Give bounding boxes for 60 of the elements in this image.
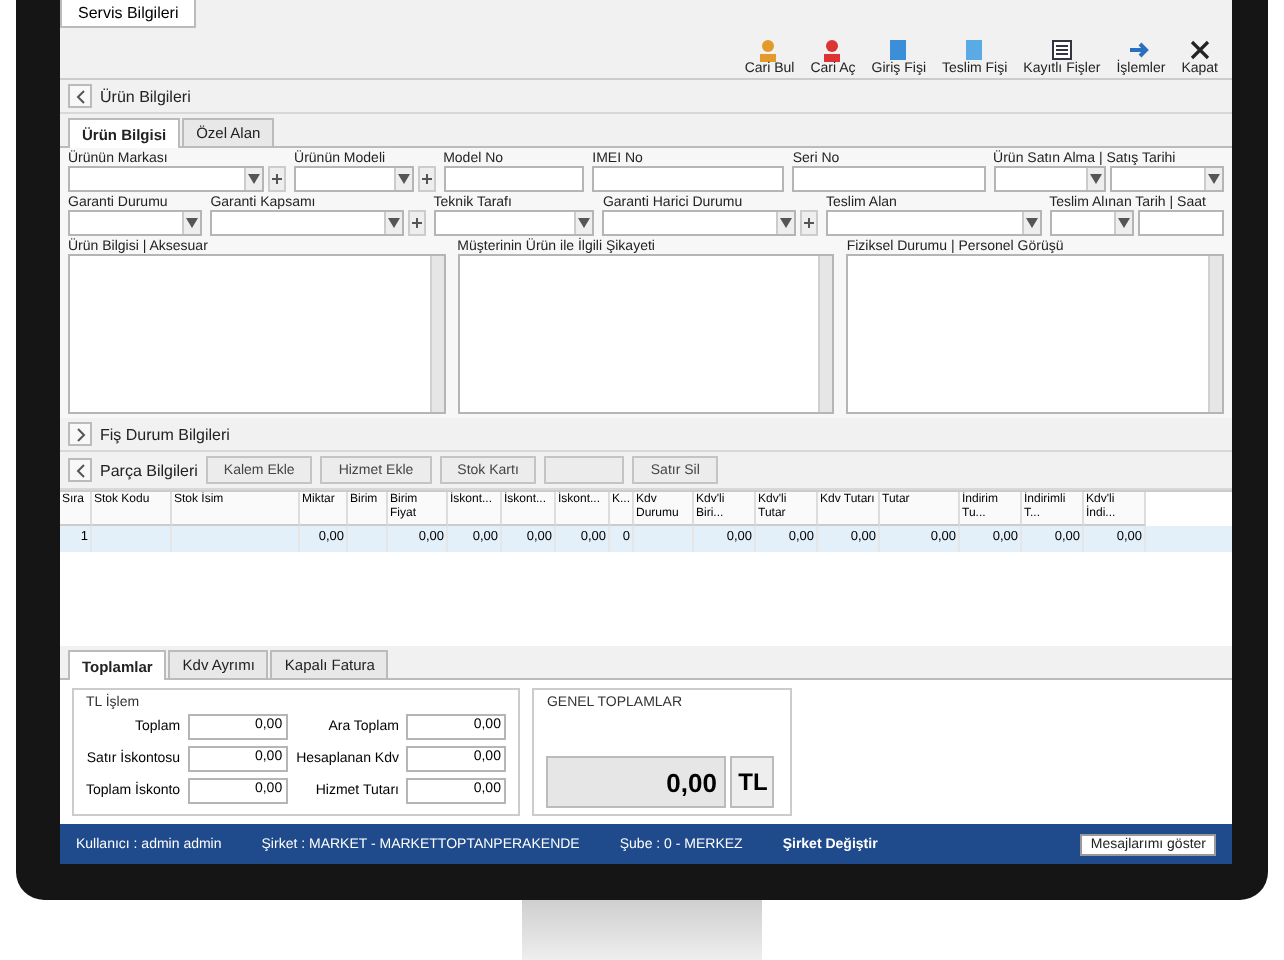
text-area[interactable] xyxy=(846,254,1224,414)
list-icon xyxy=(1049,38,1074,62)
collapse-button[interactable] xyxy=(68,422,92,446)
input-field[interactable] xyxy=(592,166,785,192)
caret-icon xyxy=(780,218,793,228)
window-tab[interactable]: Servis Bilgileri xyxy=(60,0,197,28)
person-search-icon xyxy=(757,38,782,62)
dropdown-button[interactable] xyxy=(574,212,593,234)
add-button[interactable] xyxy=(800,210,819,236)
dropdown-button[interactable] xyxy=(1021,212,1040,234)
chevron-left-icon xyxy=(75,89,85,103)
chevron-left-icon xyxy=(75,463,85,477)
collapse-button[interactable] xyxy=(68,84,92,108)
plus-icon xyxy=(411,218,422,228)
add-button[interactable] xyxy=(407,210,426,236)
close-icon xyxy=(1187,38,1212,62)
plus-icon xyxy=(272,174,283,184)
document-in-icon xyxy=(886,38,911,62)
add-button[interactable] xyxy=(268,166,287,192)
dropdown-button[interactable] xyxy=(776,212,795,234)
dropdown-button[interactable] xyxy=(393,168,412,190)
collapse-button[interactable] xyxy=(68,458,92,482)
section-title: Fiş Durum Bilgileri xyxy=(100,425,230,443)
dropdown-button[interactable] xyxy=(1204,168,1223,190)
scrollbar[interactable] xyxy=(1208,256,1222,412)
add-button[interactable] xyxy=(417,166,436,192)
dropdown-button[interactable] xyxy=(1114,212,1133,234)
date-field[interactable] xyxy=(993,166,1107,192)
caret-icon xyxy=(1208,174,1221,184)
total-field: 0,00 xyxy=(546,756,727,808)
dropdown-button[interactable] xyxy=(1086,168,1105,190)
chevron-right-icon xyxy=(75,427,85,441)
plus-icon xyxy=(804,218,815,228)
caret-icon xyxy=(578,218,591,228)
blank-button[interactable] xyxy=(544,456,625,484)
dropdown-button[interactable] xyxy=(244,168,263,190)
section-title: Parça Bilgileri xyxy=(100,461,198,479)
person-add-icon xyxy=(821,38,845,62)
document-out-icon xyxy=(962,38,987,62)
input-field[interactable] xyxy=(443,166,585,192)
caret-icon xyxy=(1118,218,1131,228)
arrow-right-icon xyxy=(1128,38,1153,62)
date-field[interactable] xyxy=(1110,166,1225,192)
text-area[interactable] xyxy=(457,254,835,414)
caret-icon xyxy=(186,218,199,228)
caret-icon xyxy=(1025,218,1038,228)
caret-icon xyxy=(1090,174,1103,184)
caret-icon xyxy=(248,174,261,184)
dropdown-button[interactable] xyxy=(383,212,402,234)
caret-icon xyxy=(387,218,400,228)
plus-icon xyxy=(421,174,432,184)
dropdown-button[interactable] xyxy=(182,212,201,234)
currency-label: TL xyxy=(730,756,775,808)
time-field[interactable] xyxy=(1138,210,1224,236)
caret-icon xyxy=(397,174,410,184)
scrollbar[interactable] xyxy=(818,256,833,412)
section-title: Ürün Bilgileri xyxy=(100,87,191,105)
input-field[interactable] xyxy=(792,166,986,192)
scrollbar[interactable] xyxy=(429,256,444,412)
date-field[interactable] xyxy=(1049,210,1135,236)
